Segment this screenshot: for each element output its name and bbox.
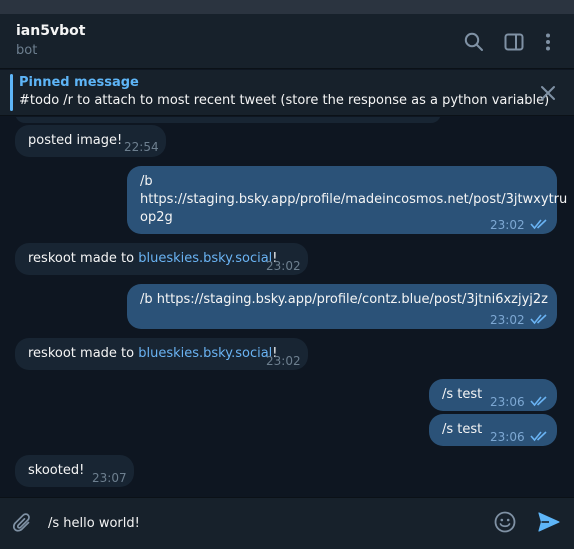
message-text: /s test bbox=[442, 422, 483, 437]
message-text: /s test bbox=[442, 387, 483, 402]
message-line: op2g bbox=[140, 210, 173, 225]
attach-icon[interactable] bbox=[11, 511, 35, 535]
window-top-strip bbox=[0, 0, 574, 14]
double-check-icon bbox=[530, 431, 547, 442]
message-time: 23:02 bbox=[490, 313, 525, 327]
chat-header: ian5vbot bot bbox=[0, 14, 574, 69]
message-outgoing[interactable]: /b https://staging.bsky.app/profile/made… bbox=[127, 166, 567, 234]
message-link[interactable]: blueskies.bsky.social bbox=[138, 346, 272, 361]
message-line: /b bbox=[140, 174, 153, 189]
message-list[interactable]: posted image! 22:54 /b https://staging.b… bbox=[0, 117, 574, 497]
message-incoming[interactable]: posted image! 22:54 bbox=[15, 125, 166, 157]
message-link[interactable]: blueskies.bsky.social bbox=[138, 251, 272, 266]
message-text: posted image! bbox=[28, 133, 123, 148]
pinned-title: Pinned message bbox=[19, 75, 139, 90]
message-composer bbox=[0, 497, 574, 549]
message-outgoing[interactable]: /b https://staging.bsky.app/profile/cont… bbox=[127, 284, 557, 329]
message-time: 22:54 bbox=[124, 140, 159, 154]
close-icon[interactable] bbox=[538, 83, 558, 103]
message-text: /b https://staging.bsky.app/profile/cont… bbox=[140, 292, 549, 307]
more-vertical-icon[interactable] bbox=[537, 31, 559, 53]
pinned-accent-bar bbox=[10, 74, 13, 111]
message-time: 23:07 bbox=[92, 471, 127, 485]
pinned-message[interactable]: Pinned message #todo /r to attach to mos… bbox=[0, 70, 574, 116]
message-incoming[interactable]: reskoot made to blueskies.bsky.social! 2… bbox=[15, 243, 308, 275]
chat-status: bot bbox=[16, 43, 38, 58]
message-time: 23:02 bbox=[266, 354, 301, 368]
pinned-text: #todo /r to attach to most recent tweet … bbox=[19, 93, 550, 108]
message-time: 23:06 bbox=[490, 430, 525, 444]
message-line: https://staging.bsky.app/profile/madeinc… bbox=[140, 192, 568, 207]
message-incoming[interactable]: reskoot made to blueskies.bsky.social! 2… bbox=[15, 338, 308, 370]
double-check-icon bbox=[530, 396, 547, 407]
message-text-start: reskoot made to bbox=[28, 251, 139, 266]
sidebar-toggle-icon[interactable] bbox=[503, 31, 525, 53]
search-icon[interactable] bbox=[463, 31, 485, 53]
message-text: reskoot made to blueskies.bsky.social! bbox=[28, 345, 278, 363]
message-outgoing[interactable]: /s test 23:06 bbox=[429, 414, 557, 446]
message-outgoing[interactable]: /s test 23:06 bbox=[429, 379, 557, 411]
chat-title[interactable]: ian5vbot bbox=[16, 23, 85, 39]
message-time: 23:06 bbox=[490, 395, 525, 409]
message-text: skooted! bbox=[28, 463, 85, 478]
double-check-icon bbox=[530, 219, 547, 230]
message-time: 23:02 bbox=[266, 259, 301, 273]
message-text-start: reskoot made to bbox=[28, 346, 139, 361]
message-input[interactable] bbox=[48, 511, 468, 535]
message-bubble-clipped bbox=[15, 117, 441, 123]
message-incoming[interactable]: skooted! 23:07 bbox=[15, 455, 134, 487]
double-check-icon bbox=[530, 314, 547, 325]
send-icon[interactable] bbox=[537, 510, 561, 534]
emoji-icon[interactable] bbox=[493, 510, 517, 534]
message-text: reskoot made to blueskies.bsky.social! bbox=[28, 250, 278, 268]
message-time: 23:02 bbox=[490, 218, 525, 232]
